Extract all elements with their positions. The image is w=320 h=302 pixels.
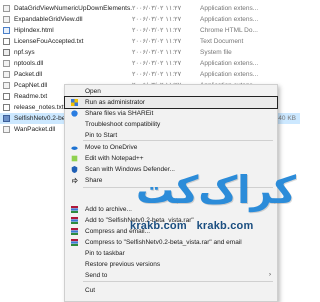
menu-item-label: Restore previous versions: [85, 261, 161, 268]
share-icon: [71, 177, 78, 184]
dll-file-icon: [3, 60, 10, 67]
file-row[interactable]: ExpandableGridView.dll ۲۰۰۶/۰۳/۰۲ ۱۱:۲۷ Ap…: [0, 14, 300, 25]
shield-icon: [71, 99, 78, 106]
menu-item-run-as-administrator[interactable]: Run as administrator: [64, 96, 278, 109]
file-date: ۲۰۰۶/۰۳/۰۲ ۱۱:۲۷: [132, 38, 182, 45]
winrar-icon: [71, 239, 78, 246]
menu-item-compress-to-selfishnetv0-2-beta-vista-ra[interactable]: Compress to "SelfishNetv0.2-beta_vista.r…: [65, 237, 277, 248]
text-file-icon: [3, 93, 10, 100]
winrar-icon: [71, 206, 78, 213]
onedrive-icon: [71, 144, 78, 151]
menu-item-pin-to-taskbar[interactable]: Pin to taskbar: [65, 248, 277, 259]
menu-item-label: Add to archive...: [85, 206, 132, 213]
dll-file-icon: [3, 16, 10, 23]
context-menu: Open Run as administrator Share files via …: [64, 84, 278, 302]
dll-file-icon: [3, 5, 10, 12]
menu-separator: [83, 140, 273, 141]
file-date: ۲۰۰۶/۰۳/۰۲ ۱۱:۲۷: [132, 49, 182, 56]
defender-icon: [71, 166, 78, 173]
menu-item-label: Troubleshoot compatibility: [85, 121, 161, 128]
file-date: ۲۰۰۶/۰۳/۰۲ ۱۱:۲۷: [132, 16, 182, 23]
menu-item-label: Share files via SHAREit: [85, 110, 154, 117]
menu-item-label: Scan with Windows Defender...: [85, 166, 175, 173]
file-name: ExpandableGridView.dll: [14, 16, 83, 23]
file-name: Packet.dll: [14, 71, 43, 78]
menu-item-add-to-selfishnetv0-2-beta-vista-rar[interactable]: Add to "SelfishNetv0.2-beta_vista.rar": [65, 215, 277, 226]
file-row[interactable]: DataGridViewNumericUpDownElements... ۲۰۰۶…: [0, 3, 300, 14]
winrar-icon: [71, 228, 78, 235]
menu-item-share-files-via-shareit[interactable]: Share files via SHAREit: [65, 108, 277, 119]
file-type: Application extens...: [200, 16, 259, 23]
menu-item-share[interactable]: Share: [65, 175, 277, 186]
menu-item-label: Pin to taskbar: [85, 250, 125, 257]
file-name: nptools.dll: [14, 60, 44, 67]
menu-item-troubleshoot-compatibility[interactable]: Troubleshoot compatibility: [65, 119, 277, 130]
file-type: Chrome HTML Do...: [200, 27, 258, 34]
menu-separator: [83, 281, 273, 282]
dll-file-icon: [3, 82, 10, 89]
system-file-icon: [3, 49, 10, 56]
file-name: HipIndex.html: [14, 27, 54, 34]
menu-item-compress-and-email[interactable]: Compress and email...: [65, 226, 277, 237]
winrar-icon: [71, 217, 78, 224]
file-date: ۲۰۰۶/۰۳/۰۲ ۱۱:۲۷: [132, 60, 182, 67]
dll-file-icon: [3, 126, 10, 133]
file-type: Application extens...: [200, 5, 259, 12]
menu-item-cut[interactable]: Cut: [65, 285, 277, 296]
file-type: Application extens...: [200, 71, 259, 78]
menu-item-label: Add to "SelfishNetv0.2-beta_vista.rar": [85, 217, 194, 224]
chevron-right-icon: ›: [269, 272, 271, 278]
file-type: Text Document: [200, 38, 244, 45]
menu-item-label: Edit with Notepad++: [85, 155, 144, 162]
dll-file-icon: [3, 71, 10, 78]
file-name: DataGridViewNumericUpDownElements...: [14, 5, 132, 12]
menu-item-label: Cut: [85, 287, 96, 294]
file-row[interactable]: HipIndex.html ۲۰۰۶/۰۳/۰۲ ۱۱:۲۷ Chrome HTML…: [0, 25, 300, 36]
notepad-icon: [71, 155, 78, 162]
menu-item-label: Share: [85, 177, 103, 184]
file-row[interactable]: nptools.dll ۲۰۰۶/۰۳/۰۲ ۱۱:۲۷ Application e…: [0, 58, 300, 69]
file-name: LicenseFouAccepted.txt: [14, 38, 84, 45]
menu-item-label: Compress to "SelfishNetv0.2-beta_vista.r…: [85, 239, 242, 246]
menu-item-send-to[interactable]: Send to ›: [65, 270, 277, 281]
menu-item-open[interactable]: Open: [65, 86, 277, 97]
text-file-icon: [3, 38, 10, 45]
file-row[interactable]: LicenseFouAccepted.txt ۲۰۰۶/۰۳/۰۲ ۱۱:۲۷ Te…: [0, 36, 300, 47]
text-file-icon: [3, 104, 10, 111]
menu-item-add-to-archive[interactable]: Add to archive...: [65, 204, 277, 215]
file-date: ۲۰۰۶/۰۳/۰۲ ۱۱:۲۷: [132, 27, 182, 34]
file-date: ۲۰۰۶/۰۳/۰۲ ۱۱:۲۷: [132, 5, 182, 12]
menu-item-label: Send to: [85, 272, 108, 279]
file-row[interactable]: Packet.dll ۲۰۰۶/۰۳/۰۲ ۱۱:۲۷ Application ex…: [0, 69, 300, 80]
html-file-icon: [3, 27, 10, 34]
menu-item-label: Move to OneDrive: [85, 144, 138, 151]
shareit-icon: [71, 110, 78, 117]
file-row[interactable]: npf.sys ۲۰۰۶/۰۳/۰۲ ۱۱:۲۷ System file: [0, 47, 300, 58]
menu-item-edit-with-notepad[interactable]: Edit with Notepad++: [65, 153, 277, 164]
file-type: System file: [200, 49, 232, 56]
file-type: Application extens...: [200, 60, 259, 67]
menu-item-move-to-onedrive[interactable]: Move to OneDrive: [65, 142, 277, 153]
menu-item-restore-previous-versions[interactable]: Restore previous versions: [65, 259, 277, 270]
menu-separator: [83, 187, 273, 188]
menu-item-label: Compress and email...: [85, 228, 151, 235]
menu-item-label: Open: [85, 88, 101, 95]
file-date: ۲۰۰۶/۰۳/۰۲ ۱۱:۲۷: [132, 71, 182, 78]
menu-item-label: Run as administrator: [85, 99, 145, 106]
file-name: npf.sys: [14, 49, 35, 56]
menu-item-scan-with-windows-defender[interactable]: Scan with Windows Defender...: [65, 164, 277, 175]
exe-file-icon: [3, 115, 10, 122]
